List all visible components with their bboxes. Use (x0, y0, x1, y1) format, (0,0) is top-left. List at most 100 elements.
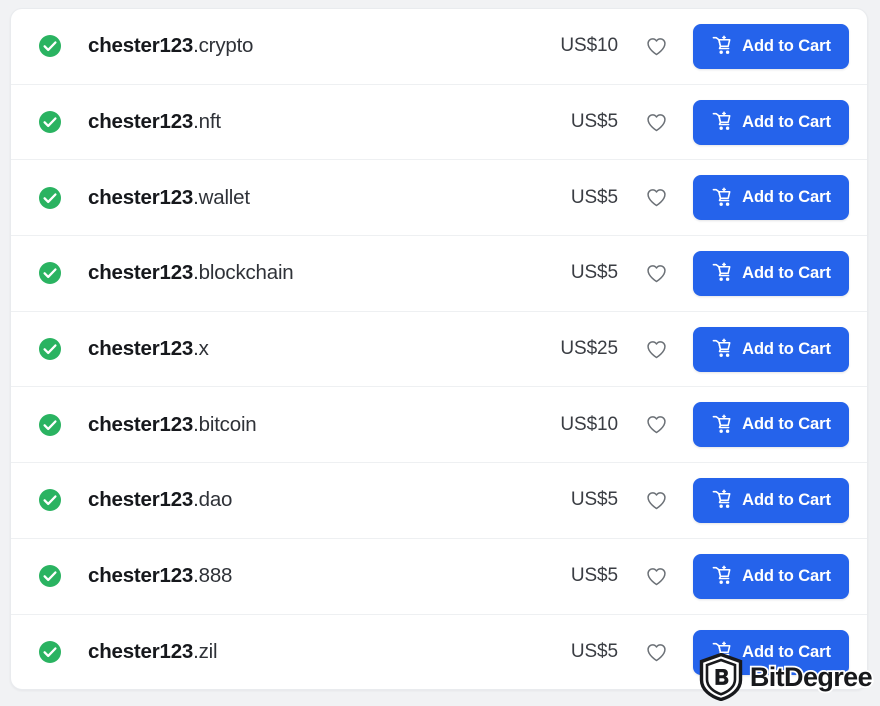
domain-sld: chester123 (88, 261, 193, 284)
domain-tld: .nft (193, 110, 221, 133)
check-circle-icon (38, 413, 62, 437)
domain-result-row: chester123.wallet US$5 Add to Cart (11, 160, 867, 236)
domain-name: chester123.x (88, 337, 209, 361)
add-to-cart-button[interactable]: Add to Cart (693, 24, 849, 69)
domain-tld: .bitcoin (193, 413, 256, 436)
domain-result-row: chester123.888 US$5 Add to Cart (11, 539, 867, 615)
domain-result-row: chester123.dao US$5 Add to Cart (11, 463, 867, 539)
domain-sld: chester123 (88, 337, 193, 360)
favorite-button[interactable] (637, 406, 675, 444)
add-to-cart-button[interactable]: Add to Cart (693, 402, 849, 447)
domain-sld: chester123 (88, 564, 193, 587)
cart-plus-icon (711, 111, 733, 133)
heart-outline-icon (645, 641, 668, 664)
check-circle-icon (38, 337, 62, 361)
cart-plus-icon (711, 565, 733, 587)
add-to-cart-button[interactable]: Add to Cart (693, 100, 849, 145)
add-to-cart-button[interactable]: Add to Cart (693, 251, 849, 296)
favorite-button[interactable] (637, 254, 675, 292)
cart-plus-icon (711, 414, 733, 436)
favorite-button[interactable] (637, 481, 675, 519)
add-to-cart-label: Add to Cart (742, 113, 831, 132)
domain-name: chester123.zil (88, 640, 217, 664)
favorite-button[interactable] (637, 557, 675, 595)
add-to-cart-label: Add to Cart (742, 491, 831, 510)
check-circle-icon (38, 564, 62, 588)
domain-name: chester123.dao (88, 488, 232, 512)
domain-price: US$5 (500, 111, 618, 133)
heart-outline-icon (645, 262, 668, 285)
domain-sld: chester123 (88, 34, 193, 57)
check-circle-icon (38, 261, 62, 285)
domain-sld: chester123 (88, 488, 193, 511)
cart-plus-icon (711, 262, 733, 284)
add-to-cart-button[interactable]: Add to Cart (693, 630, 849, 675)
domain-tld: .888 (193, 564, 232, 587)
domain-name: chester123.crypto (88, 34, 253, 58)
check-circle-icon (38, 34, 62, 58)
cart-plus-icon (711, 641, 733, 663)
domain-tld: .blockchain (193, 261, 293, 284)
domain-name: chester123.bitcoin (88, 413, 257, 437)
add-to-cart-label: Add to Cart (742, 643, 831, 662)
domain-tld: .crypto (193, 34, 253, 57)
add-to-cart-button[interactable]: Add to Cart (693, 175, 849, 220)
favorite-button[interactable] (637, 330, 675, 368)
domain-price: US$5 (500, 262, 618, 284)
domain-price: US$10 (500, 35, 618, 57)
domain-price: US$5 (500, 641, 618, 663)
domain-tld: .x (193, 337, 209, 360)
check-circle-icon (38, 488, 62, 512)
domain-name: chester123.888 (88, 564, 232, 588)
favorite-button[interactable] (637, 633, 675, 671)
cart-plus-icon (711, 187, 733, 209)
domain-price: US$5 (500, 187, 618, 209)
cart-plus-icon (711, 338, 733, 360)
domain-name: chester123.nft (88, 110, 221, 134)
add-to-cart-label: Add to Cart (742, 340, 831, 359)
favorite-button[interactable] (637, 27, 675, 65)
domain-result-row: chester123.bitcoin US$10 Add to Cart (11, 387, 867, 463)
domain-name: chester123.blockchain (88, 261, 294, 285)
add-to-cart-label: Add to Cart (742, 37, 831, 56)
heart-outline-icon (645, 186, 668, 209)
domain-price: US$10 (500, 414, 618, 436)
domain-result-row: chester123.crypto US$10 Add to Cart (11, 9, 867, 85)
add-to-cart-label: Add to Cart (742, 188, 831, 207)
domain-sld: chester123 (88, 413, 193, 436)
add-to-cart-label: Add to Cart (742, 264, 831, 283)
domain-price: US$25 (500, 338, 618, 360)
favorite-button[interactable] (637, 103, 675, 141)
check-circle-icon (38, 186, 62, 210)
heart-outline-icon (645, 413, 668, 436)
heart-outline-icon (645, 111, 668, 134)
domain-result-row: chester123.nft US$5 Add to Cart (11, 85, 867, 161)
domain-result-row: chester123.blockchain US$5 Add to Cart (11, 236, 867, 312)
domain-tld: .zil (193, 640, 217, 663)
domain-tld: .wallet (193, 186, 250, 209)
domain-price: US$5 (500, 565, 618, 587)
domain-sld: chester123 (88, 640, 193, 663)
domain-result-row: chester123.zil US$5 Add to Cart (11, 615, 867, 691)
cart-plus-icon (711, 489, 733, 511)
add-to-cart-button[interactable]: Add to Cart (693, 554, 849, 599)
check-circle-icon (38, 110, 62, 134)
add-to-cart-button[interactable]: Add to Cart (693, 327, 849, 372)
check-circle-icon (38, 640, 62, 664)
cart-plus-icon (711, 35, 733, 57)
add-to-cart-label: Add to Cart (742, 415, 831, 434)
favorite-button[interactable] (637, 179, 675, 217)
domain-price: US$5 (500, 489, 618, 511)
domain-result-row: chester123.x US$25 Add to Cart (11, 312, 867, 388)
heart-outline-icon (645, 489, 668, 512)
domain-name: chester123.wallet (88, 186, 250, 210)
domain-tld: .dao (193, 488, 232, 511)
heart-outline-icon (645, 565, 668, 588)
add-to-cart-label: Add to Cart (742, 567, 831, 586)
domain-search-results-card: chester123.cryptoUS$10Add to Cartchester… (10, 8, 868, 690)
heart-outline-icon (645, 338, 668, 361)
add-to-cart-button[interactable]: Add to Cart (693, 478, 849, 523)
domain-sld: chester123 (88, 110, 193, 133)
heart-outline-icon (645, 35, 668, 58)
domain-sld: chester123 (88, 186, 193, 209)
